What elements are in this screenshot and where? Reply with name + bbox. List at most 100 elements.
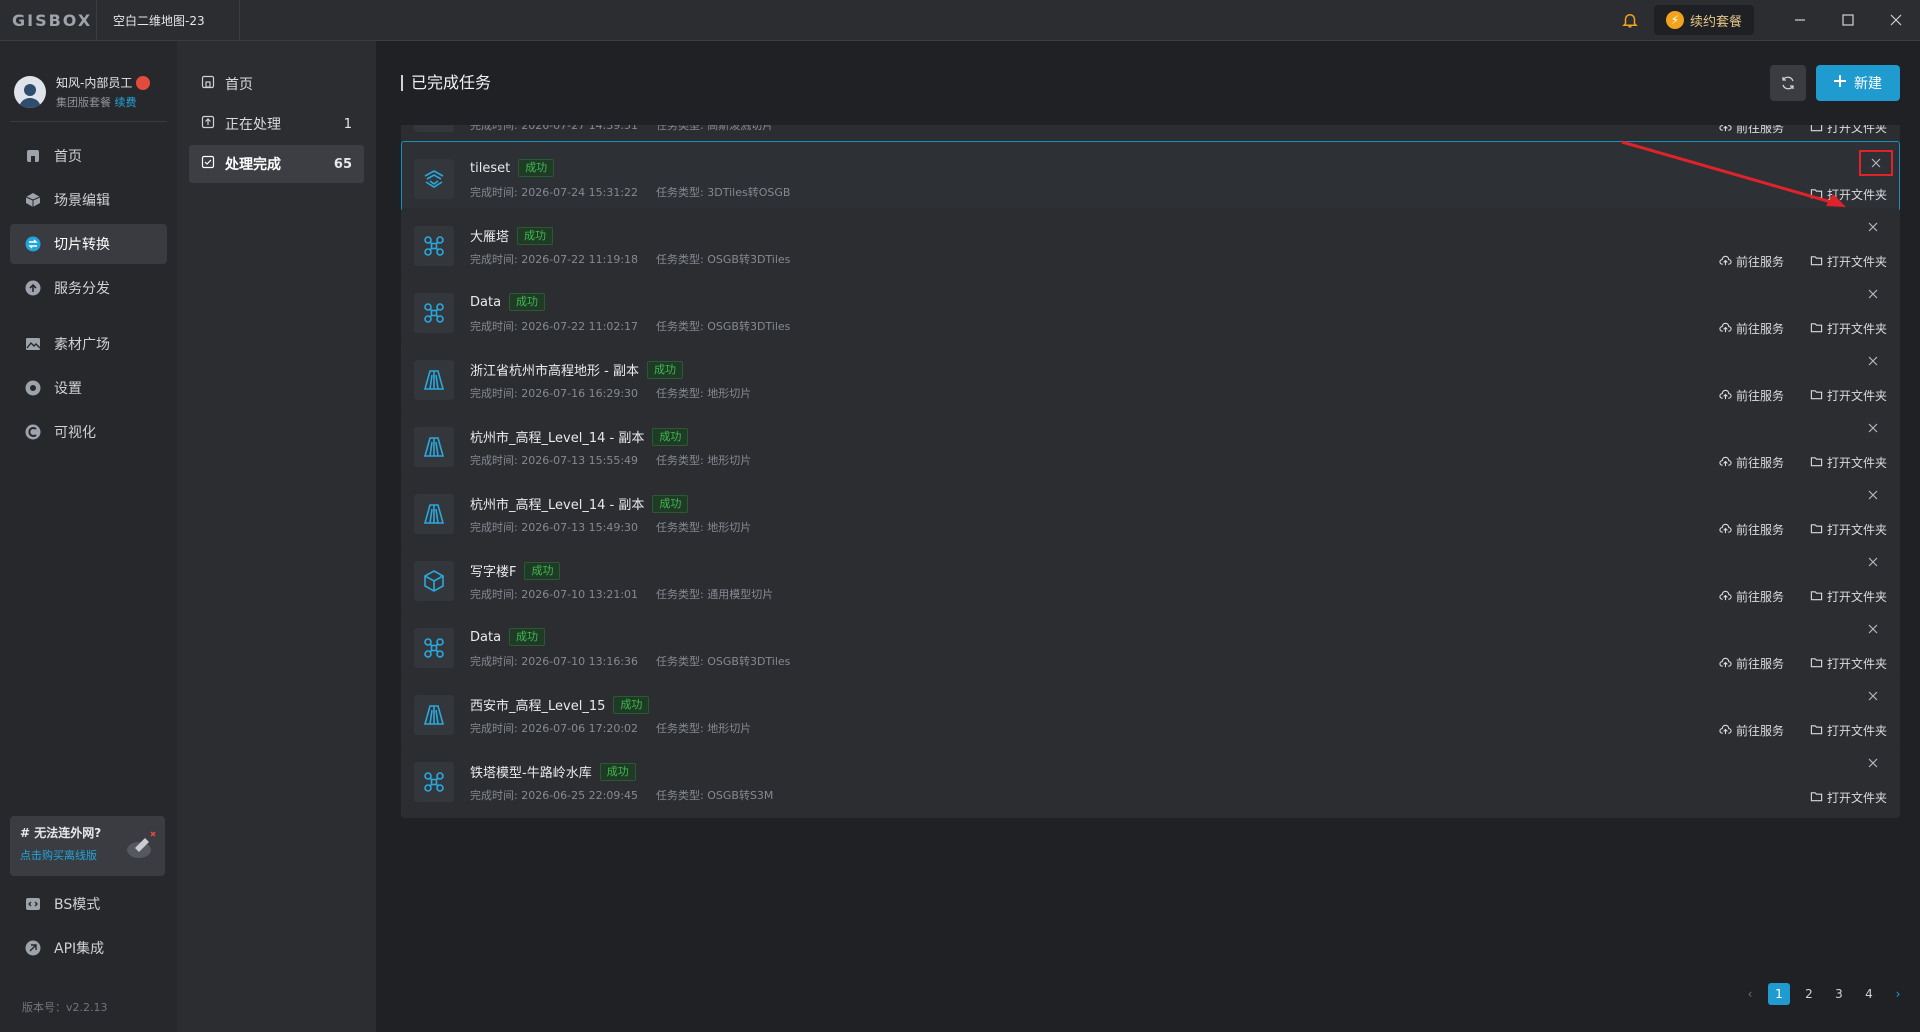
goto-service-label: 前往服务 (1735, 255, 1784, 269)
open-folder-button[interactable]: 打开文件夹 (1810, 655, 1887, 672)
open-folder-button[interactable]: 打开文件夹 (1810, 588, 1887, 605)
new-task-button[interactable]: 新建 (1816, 65, 1900, 101)
status-badge: 成功 (652, 494, 689, 513)
sidebar-item-home[interactable]: 首页 (10, 136, 167, 176)
subnav-item-completed[interactable]: 处理完成 65 (189, 145, 364, 183)
prev-page-icon[interactable]: ‹ (1740, 987, 1760, 1001)
sidebar-item-api[interactable]: API集成 (10, 928, 167, 968)
task-finish-time: 完成时间: 2026-07-24 15:31:22 (470, 186, 639, 199)
folder-icon (1810, 790, 1823, 806)
open-folder-button[interactable]: 打开文件夹 (1810, 387, 1887, 404)
goto-service-button[interactable]: 前往服务 (1719, 588, 1784, 605)
task-name: Data (470, 629, 502, 645)
subnav-item-processing[interactable]: 正在处理 1 (189, 105, 364, 143)
sidebar-item-material[interactable]: 素材广场 (10, 324, 167, 364)
maximize-button[interactable] (1824, 0, 1872, 41)
close-icon[interactable] (1865, 286, 1881, 302)
task-card[interactable]: 浙江省杭州市高程地形 - 副本 成功 完成时间: 2026-07-16 16:29:… (401, 342, 1900, 416)
drone-icon (414, 293, 454, 333)
sidebar-item-scene-edit[interactable]: 场景编辑 (10, 180, 167, 220)
folder-icon (1810, 656, 1823, 672)
next-page-icon[interactable]: › (1888, 987, 1908, 1001)
goto-service-button[interactable]: 前往服务 (1719, 387, 1784, 404)
task-name-row: Data 成功 (470, 628, 546, 646)
task-card[interactable]: Data 成功完成时间: 2026-07-10 13:16:36 任务类型: OSG… (401, 610, 1900, 684)
close-icon[interactable] (1865, 621, 1881, 637)
open-folder-button[interactable]: 打开文件夹 (1810, 186, 1887, 203)
offline-promo-card[interactable]: # 无法连外网? 点击购买离线版 (10, 816, 165, 876)
close-icon[interactable] (1865, 487, 1881, 503)
subnav-item-home[interactable]: 首页 (189, 65, 364, 103)
close-window-button[interactable] (1872, 0, 1920, 41)
goto-service-button[interactable]: 前往服务 (1719, 454, 1784, 471)
task-finish-time: 完成时间: 2026-07-27 14:39:51 (470, 125, 639, 132)
page-button[interactable]: 1 (1768, 983, 1790, 1005)
close-icon[interactable] (1865, 755, 1881, 771)
subnav-item-label: 处理完成 (225, 157, 281, 173)
task-type: 任务类型: 3DTiles转OSGB (656, 186, 791, 199)
renew-link[interactable]: 续费 (115, 96, 137, 109)
task-card[interactable]: 西安市_高程_Level_15 成功 完成时间: 2026-07-06 17:20:… (401, 677, 1900, 751)
task-type: 任务类型: OSGB转3DTiles (656, 253, 791, 266)
sidebar-item-service-publish[interactable]: 服务分发 (10, 268, 167, 308)
task-meta: 完成时间: 2026-07-10 13:16:36 任务类型: OSGB转3DTi… (470, 653, 790, 669)
goto-service-label: 前往服务 (1735, 389, 1784, 403)
refresh-button[interactable] (1770, 65, 1806, 101)
open-folder-button[interactable]: 打开文件夹 (1810, 789, 1887, 806)
close-icon[interactable] (1865, 554, 1881, 570)
task-finish-time: 完成时间: 2026-06-25 22:09:45 (470, 789, 639, 802)
close-icon[interactable] (1859, 150, 1893, 176)
drone-icon (414, 762, 454, 802)
page-button[interactable]: 3 (1828, 983, 1850, 1005)
task-actions: 打开文件夹 (1810, 186, 1887, 203)
goto-service-button[interactable]: 前往服务 (1719, 655, 1784, 672)
main-header: 已完成任务 新建 (376, 41, 1920, 125)
sidebar-item-bs-mode[interactable]: BS模式 (10, 884, 167, 924)
sidebar-item-visualize[interactable]: 可视化 (10, 412, 167, 452)
task-card[interactable]: 铁塔模型-牛路岭水库 成功 完成时间: 2026-06-25 22:09:45 任务类… (401, 744, 1900, 818)
open-folder-button[interactable]: 打开文件夹 (1810, 320, 1887, 337)
avatar[interactable] (14, 76, 46, 108)
goto-service-button[interactable]: 前往服务 (1719, 320, 1784, 337)
bell-icon[interactable] (1610, 11, 1650, 29)
page-button[interactable]: 2 (1798, 983, 1820, 1005)
folder-icon (1810, 522, 1823, 538)
sidebar-item-settings[interactable]: 设置 (10, 368, 167, 408)
goto-service-button[interactable]: 前往服务 (1719, 125, 1784, 136)
home-outline-icon (201, 75, 215, 93)
open-folder-button[interactable]: 打开文件夹 (1810, 454, 1887, 471)
page-button[interactable]: 4 (1858, 983, 1880, 1005)
new-task-label: 新建 (1854, 76, 1882, 92)
open-folder-button[interactable]: 打开文件夹 (1810, 521, 1887, 538)
task-card[interactable]: 大雁塔 成功 完成时间: 2026-07-22 11:19:18 任务类型: OSGB… (401, 208, 1900, 282)
renew-label: 续约套餐 (1689, 14, 1742, 30)
task-card[interactable]: tileset 成功 完成时间: 2026-07-24 15:31:22 任务类型: … (401, 141, 1900, 215)
main-nav: 首页 场景编辑 切片转换 服务分发 素材广场 设置 可视化 (0, 122, 177, 452)
task-card[interactable]: 杭州市_高程_Level_14 - 副本 成功 完成时间: 2026-07-13 1… (401, 476, 1900, 550)
folder-icon (1810, 589, 1823, 605)
open-folder-button[interactable]: 打开文件夹 (1810, 125, 1887, 136)
task-card[interactable]: Data 成功 完成时间: 2026-07-22 11:02:17 任务类型: OSG… (401, 275, 1900, 349)
task-card[interactable]: 杭州市_高程_Level_14 - 副本 成功 完成时间: 2026-07-13 1… (401, 409, 1900, 483)
task-card[interactable]: 写字楼F 成功 完成时间: 2026-07-10 13:21:01 任务类型: 通用模… (401, 543, 1900, 617)
close-icon[interactable] (1865, 420, 1881, 436)
renew-plan-button[interactable]: ⚡ 续约套餐 (1653, 5, 1754, 35)
sidebar-item-tile-convert[interactable]: 切片转换 (10, 224, 167, 264)
open-folder-label: 打开文件夹 (1826, 523, 1887, 537)
user-profile[interactable]: 知风-内部员工 集团版套餐 续费 (0, 41, 177, 121)
task-finish-time: 完成时间: 2026-07-22 11:02:17 (470, 320, 639, 333)
goto-service-button[interactable]: 前往服务 (1719, 253, 1784, 270)
goto-service-button[interactable]: 前往服务 (1719, 722, 1784, 739)
close-icon[interactable] (1865, 688, 1881, 704)
minimize-button[interactable] (1776, 0, 1824, 41)
close-icon[interactable] (1865, 353, 1881, 369)
status-badge: 成功 (518, 159, 555, 177)
gear-icon (24, 379, 42, 397)
window-tab[interactable]: 空白二维地图-23 (96, 0, 240, 41)
open-folder-button[interactable]: 打开文件夹 (1810, 253, 1887, 270)
goto-service-label: 前往服务 (1735, 590, 1784, 604)
close-icon[interactable] (1865, 219, 1881, 235)
open-folder-button[interactable]: 打开文件夹 (1810, 722, 1887, 739)
status-badge: 成功 (599, 762, 636, 781)
goto-service-button[interactable]: 前往服务 (1719, 521, 1784, 538)
